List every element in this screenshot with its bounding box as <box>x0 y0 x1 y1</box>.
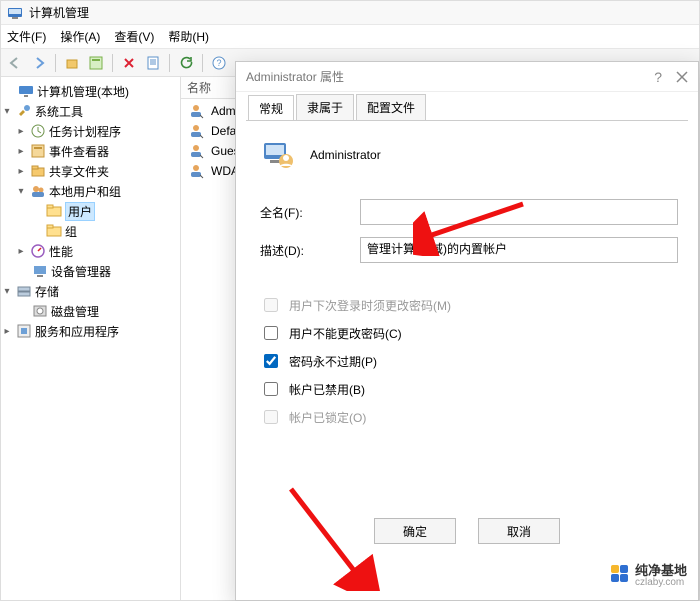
full-name-label: 全名(F): <box>260 204 360 221</box>
checkbox-cannot-change[interactable]: 用户不能更改密码(C) <box>260 323 678 343</box>
expand-icon[interactable]: ▸ <box>15 246 27 257</box>
checkbox-never-expires[interactable]: 密码永不过期(P) <box>260 351 678 371</box>
refresh-icon[interactable] <box>175 52 197 74</box>
tree-storage[interactable]: 存储 <box>35 283 59 300</box>
perf-icon <box>30 243 46 259</box>
computer-management-window: 计算机管理 文件(F) 操作(A) 查看(V) 帮助(H) ? 计算机管理(本地… <box>0 0 700 601</box>
tree-disk-management[interactable]: 磁盘管理 <box>51 303 99 320</box>
event-icon <box>30 143 46 159</box>
tree-root[interactable]: 计算机管理(本地) <box>37 83 129 100</box>
tab-panel-general: Administrator 全名(F): 描述(D): 管理计算机(域)的内置帐… <box>246 120 688 550</box>
tree-shared-folders[interactable]: 共享文件夹 <box>49 163 109 180</box>
expand-icon[interactable]: ▸ <box>1 326 13 337</box>
folder-icon <box>46 203 62 219</box>
forward-icon[interactable] <box>28 52 50 74</box>
app-icon <box>7 5 23 21</box>
collapse-icon[interactable]: ▾ <box>1 286 13 297</box>
delete-icon[interactable] <box>118 52 140 74</box>
desc-field[interactable]: 管理计算机(域)的内置帐户 <box>360 237 678 263</box>
cancel-button[interactable]: 取消 <box>478 518 560 544</box>
computer-icon <box>18 83 34 99</box>
tree-groups[interactable]: 组 <box>65 223 77 240</box>
tabs: 常规 隶属于 配置文件 <box>236 92 698 120</box>
tree-performance[interactable]: 性能 <box>49 243 73 260</box>
expand-icon[interactable]: ▸ <box>15 126 27 137</box>
tree-device-manager[interactable]: 设备管理器 <box>51 263 111 280</box>
user-large-icon <box>260 137 296 173</box>
user-icon <box>188 103 204 119</box>
up-icon[interactable] <box>61 52 83 74</box>
tree-system-tools[interactable]: 系统工具 <box>35 103 83 120</box>
clock-icon <box>30 123 46 139</box>
props-icon[interactable] <box>85 52 107 74</box>
user-icon <box>188 143 204 159</box>
users-icon <box>30 183 46 199</box>
share-icon <box>30 163 46 179</box>
menu-view[interactable]: 查看(V) <box>114 28 154 45</box>
checkbox-locked: 帐户已锁定(O) <box>260 407 678 427</box>
tree-users[interactable]: 用户 <box>65 202 95 221</box>
menu-file[interactable]: 文件(F) <box>7 28 46 45</box>
watermark: 纯净基地 czlaby.com <box>611 560 687 588</box>
tree-event-viewer[interactable]: 事件查看器 <box>49 143 109 160</box>
full-name-field[interactable] <box>360 199 678 225</box>
tools-icon <box>16 103 32 119</box>
user-icon <box>188 123 204 139</box>
menu-bar: 文件(F) 操作(A) 查看(V) 帮助(H) <box>1 25 699 49</box>
watermark-brand: 纯净基地 <box>635 563 687 578</box>
tree-task-scheduler[interactable]: 任务计划程序 <box>49 123 121 140</box>
tab-profile[interactable]: 配置文件 <box>356 94 426 120</box>
expand-icon[interactable]: ▸ <box>15 166 27 177</box>
menu-help[interactable]: 帮助(H) <box>168 28 209 45</box>
user-name: Administrator <box>310 148 381 162</box>
collapse-icon[interactable]: ▾ <box>1 106 13 117</box>
help-icon[interactable]: ? <box>208 52 230 74</box>
folder-icon <box>46 223 62 239</box>
svg-text:?: ? <box>216 58 221 68</box>
desc-label: 描述(D): <box>260 242 360 259</box>
expand-icon[interactable]: ▸ <box>15 146 27 157</box>
back-icon[interactable] <box>4 52 26 74</box>
watermark-url: czlaby.com <box>635 577 687 588</box>
svc-icon <box>16 323 32 339</box>
storage-icon <box>16 283 32 299</box>
watermark-logo-icon <box>611 565 629 583</box>
tree-services-apps[interactable]: 服务和应用程序 <box>35 323 119 340</box>
dialog-title: Administrator 属性 <box>246 68 344 85</box>
window-title: 计算机管理 <box>29 4 89 21</box>
tab-general[interactable]: 常规 <box>248 95 294 121</box>
user-icon <box>188 163 204 179</box>
ok-button[interactable]: 确定 <box>374 518 456 544</box>
dialog-title-bar[interactable]: Administrator 属性 ? <box>236 62 698 92</box>
tab-member-of[interactable]: 隶属于 <box>296 94 354 120</box>
help-icon[interactable]: ? <box>654 69 662 85</box>
checkbox-disabled[interactable]: 帐户已禁用(B) <box>260 379 678 399</box>
menu-action[interactable]: 操作(A) <box>60 28 100 45</box>
disk-icon <box>32 303 48 319</box>
sheet-icon[interactable] <box>142 52 164 74</box>
device-icon <box>32 263 48 279</box>
collapse-icon[interactable]: ▾ <box>15 186 27 197</box>
title-bar: 计算机管理 <box>1 1 699 25</box>
close-icon[interactable] <box>676 71 688 83</box>
nav-tree[interactable]: 计算机管理(本地) ▾ 系统工具 ▸ 任务计划程序 ▸ 事件查看器 ▸ 共享文件夹 ▾ 本… <box>1 77 181 600</box>
properties-dialog: Administrator 属性 ? 常规 隶属于 配置文件 Administr… <box>235 61 699 601</box>
checkbox-must-change: 用户下次登录时须更改密码(M) <box>260 295 678 315</box>
tree-local-users-groups[interactable]: 本地用户和组 <box>49 183 121 200</box>
